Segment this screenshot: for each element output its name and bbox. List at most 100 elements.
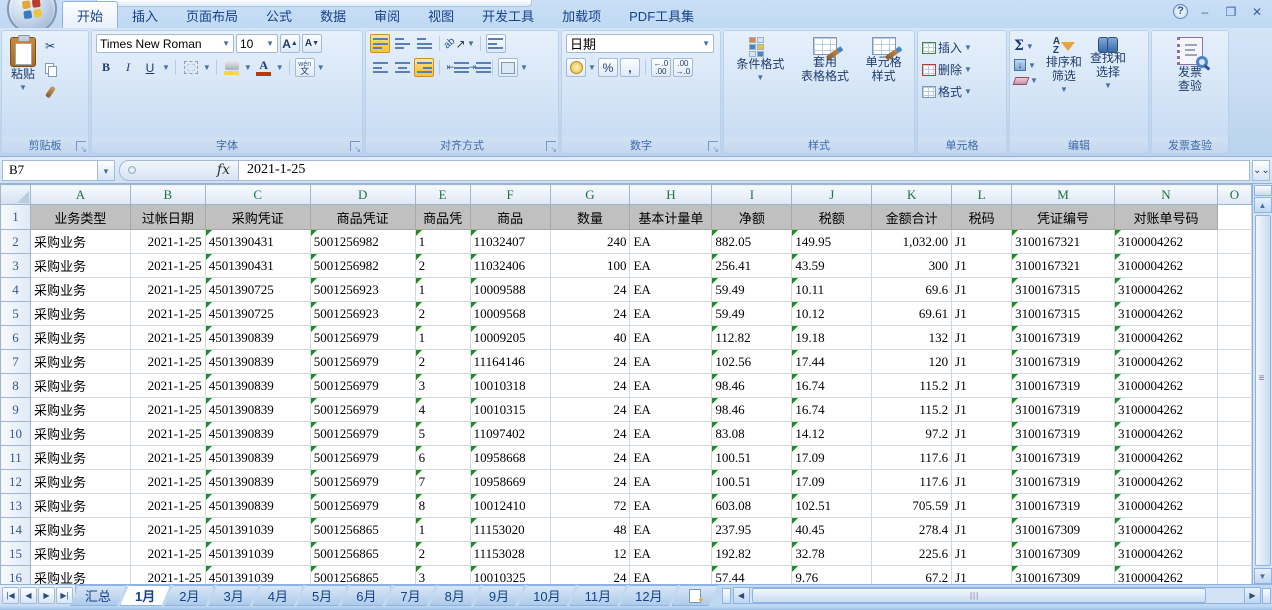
cell[interactable]: 882.05 xyxy=(712,230,792,254)
cell[interactable]: 3100004262 xyxy=(1115,494,1218,518)
horizontal-scroll-thumb[interactable] xyxy=(752,588,1207,603)
font-color-icon[interactable]: A xyxy=(254,58,274,77)
cell[interactable]: 24 xyxy=(550,446,630,470)
cell[interactable]: 132 xyxy=(872,326,952,350)
cell[interactable]: EA xyxy=(630,374,712,398)
format-painter-icon[interactable] xyxy=(40,82,60,101)
align-left-icon[interactable] xyxy=(370,58,390,77)
cell[interactable]: 5001256865 xyxy=(310,518,415,542)
select-all-corner[interactable] xyxy=(1,185,31,205)
invoice-check-button[interactable]: 发票 查验 xyxy=(1173,34,1207,137)
cell[interactable]: 对账单号码 xyxy=(1115,205,1218,230)
cell[interactable]: 24 xyxy=(550,470,630,494)
row-header-11[interactable]: 11 xyxy=(1,446,31,470)
cell[interactable]: 3100004262 xyxy=(1115,518,1218,542)
borders-dropdown[interactable]: ▼ xyxy=(203,63,211,72)
cell[interactable]: 225.6 xyxy=(872,542,952,566)
cell[interactable]: 10009205 xyxy=(470,326,550,350)
cell[interactable]: EA xyxy=(630,470,712,494)
cell[interactable]: 102.51 xyxy=(792,494,872,518)
cell[interactable]: 2021-1-25 xyxy=(130,278,205,302)
cell[interactable]: 2021-1-25 xyxy=(130,470,205,494)
cell[interactable]: 商品 xyxy=(470,205,550,230)
accounting-format-icon[interactable] xyxy=(566,58,586,77)
column-header-G[interactable]: G xyxy=(550,185,630,205)
cell[interactable]: EA xyxy=(630,542,712,566)
cell[interactable] xyxy=(1217,350,1251,374)
cell[interactable]: 3100167319 xyxy=(1012,422,1115,446)
cell[interactable]: 采购业务 xyxy=(30,422,130,446)
cell[interactable]: 2021-1-25 xyxy=(130,422,205,446)
cell[interactable]: 120 xyxy=(872,350,952,374)
clipboard-dialog-launcher[interactable] xyxy=(76,141,86,151)
row-header-16[interactable]: 16 xyxy=(1,566,31,585)
cell[interactable]: J1 xyxy=(952,374,1012,398)
cell[interactable]: 2 xyxy=(415,350,470,374)
cell[interactable]: 4501390839 xyxy=(205,326,310,350)
name-box-dropdown[interactable]: ▼ xyxy=(98,160,115,181)
row-header-3[interactable]: 3 xyxy=(1,254,31,278)
cell[interactable]: 1 xyxy=(415,518,470,542)
column-header-A[interactable]: A xyxy=(30,185,130,205)
cell[interactable]: 5001256979 xyxy=(310,374,415,398)
cell[interactable]: 12 xyxy=(550,542,630,566)
cell[interactable]: 采购业务 xyxy=(30,302,130,326)
row-header-15[interactable]: 15 xyxy=(1,542,31,566)
ribbon-tab[interactable]: 插入 xyxy=(118,2,172,28)
cell[interactable]: J1 xyxy=(952,446,1012,470)
cell[interactable] xyxy=(1217,518,1251,542)
sheet-tab-1月[interactable]: 1月 xyxy=(120,585,170,606)
cell[interactable]: 3100004262 xyxy=(1115,470,1218,494)
cell[interactable]: 1,032.00 xyxy=(872,230,952,254)
cell[interactable]: 3100167315 xyxy=(1012,302,1115,326)
delete-cells-button[interactable]: 删除▼ xyxy=(922,61,1002,78)
copy-icon[interactable] xyxy=(40,59,60,78)
cell[interactable]: 16.74 xyxy=(792,398,872,422)
cell[interactable]: 数量 xyxy=(550,205,630,230)
cell[interactable]: 11153028 xyxy=(470,542,550,566)
next-sheet-icon[interactable]: ▶ xyxy=(38,587,55,604)
cell[interactable]: 2021-1-25 xyxy=(130,374,205,398)
cell[interactable]: 2 xyxy=(415,542,470,566)
cell[interactable]: 采购业务 xyxy=(30,398,130,422)
cell[interactable]: J1 xyxy=(952,470,1012,494)
decrease-indent-icon[interactable]: ⇤ xyxy=(445,58,465,77)
sheet-tab-7月[interactable]: 7月 xyxy=(385,585,435,606)
cell[interactable]: 59.49 xyxy=(712,278,792,302)
sheet-tab-5月[interactable]: 5月 xyxy=(297,585,347,606)
cell[interactable]: 10010315 xyxy=(470,398,550,422)
cell[interactable]: 69.6 xyxy=(872,278,952,302)
cell[interactable]: EA xyxy=(630,278,712,302)
cell[interactable] xyxy=(1217,230,1251,254)
cell[interactable]: 3100004262 xyxy=(1115,398,1218,422)
cell[interactable]: 237.95 xyxy=(712,518,792,542)
cell[interactable]: 4501390839 xyxy=(205,398,310,422)
cell[interactable]: 3100167309 xyxy=(1012,542,1115,566)
orientation-icon[interactable]: ab↗ xyxy=(445,34,465,53)
vertical-scrollbar[interactable]: ▲ ▼ xyxy=(1252,184,1272,584)
cell[interactable]: 3100167319 xyxy=(1012,494,1115,518)
cell[interactable]: 基本计量单 xyxy=(630,205,712,230)
horizontal-scrollbar[interactable]: ◀ ▶ xyxy=(722,585,1272,606)
cell[interactable]: 117.6 xyxy=(872,470,952,494)
row-header-4[interactable]: 4 xyxy=(1,278,31,302)
column-header-I[interactable]: I xyxy=(712,185,792,205)
cell[interactable]: 11164146 xyxy=(470,350,550,374)
cell[interactable]: 5001256979 xyxy=(310,326,415,350)
cell[interactable]: 3 xyxy=(415,374,470,398)
sort-filter-button[interactable]: AZ 排序和 筛选 ▼ xyxy=(1042,34,1086,137)
cell[interactable]: 98.46 xyxy=(712,374,792,398)
cell[interactable]: 24 xyxy=(550,302,630,326)
cell[interactable]: 24 xyxy=(550,398,630,422)
horizontal-scroll-track[interactable] xyxy=(750,587,1244,604)
comma-style-button[interactable]: , xyxy=(620,58,640,77)
cell[interactable] xyxy=(1217,302,1251,326)
cell[interactable]: 40 xyxy=(550,326,630,350)
vertical-scroll-thumb[interactable] xyxy=(1255,215,1271,566)
cell[interactable]: EA xyxy=(630,518,712,542)
column-header-J[interactable]: J xyxy=(792,185,872,205)
cell[interactable]: J1 xyxy=(952,542,1012,566)
tab-split-handle[interactable] xyxy=(722,588,731,604)
cell[interactable]: J1 xyxy=(952,326,1012,350)
cell[interactable]: 603.08 xyxy=(712,494,792,518)
